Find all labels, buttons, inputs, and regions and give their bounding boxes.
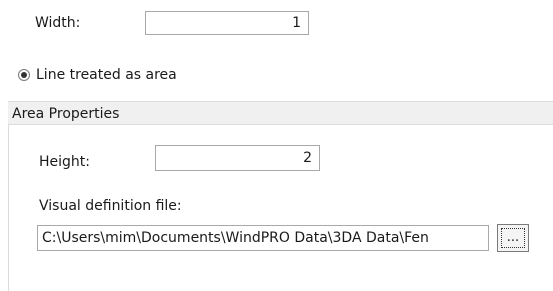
radio-selected-dot bbox=[21, 72, 27, 78]
area-properties-header: Area Properties bbox=[8, 101, 553, 125]
height-label: Height: bbox=[39, 154, 90, 170]
line-treated-as-area-option[interactable]: Line treated as area bbox=[14, 66, 214, 84]
line-treated-as-area-label: Line treated as area bbox=[36, 67, 177, 83]
visual-definition-file-label: Visual definition file: bbox=[39, 198, 182, 214]
browse-button[interactable]: ... bbox=[497, 224, 529, 252]
width-input[interactable]: 1 bbox=[145, 11, 309, 35]
radio-button[interactable] bbox=[18, 69, 30, 81]
browse-button-label: ... bbox=[506, 230, 520, 245]
area-properties-title: Area Properties bbox=[12, 106, 120, 122]
area-properties-group bbox=[8, 101, 553, 291]
width-label: Width: bbox=[35, 15, 81, 31]
height-input[interactable]: 2 bbox=[155, 145, 320, 171]
visual-definition-file-input[interactable]: C:\Users\mim\Documents\WindPRO Data\3DA … bbox=[37, 225, 489, 251]
